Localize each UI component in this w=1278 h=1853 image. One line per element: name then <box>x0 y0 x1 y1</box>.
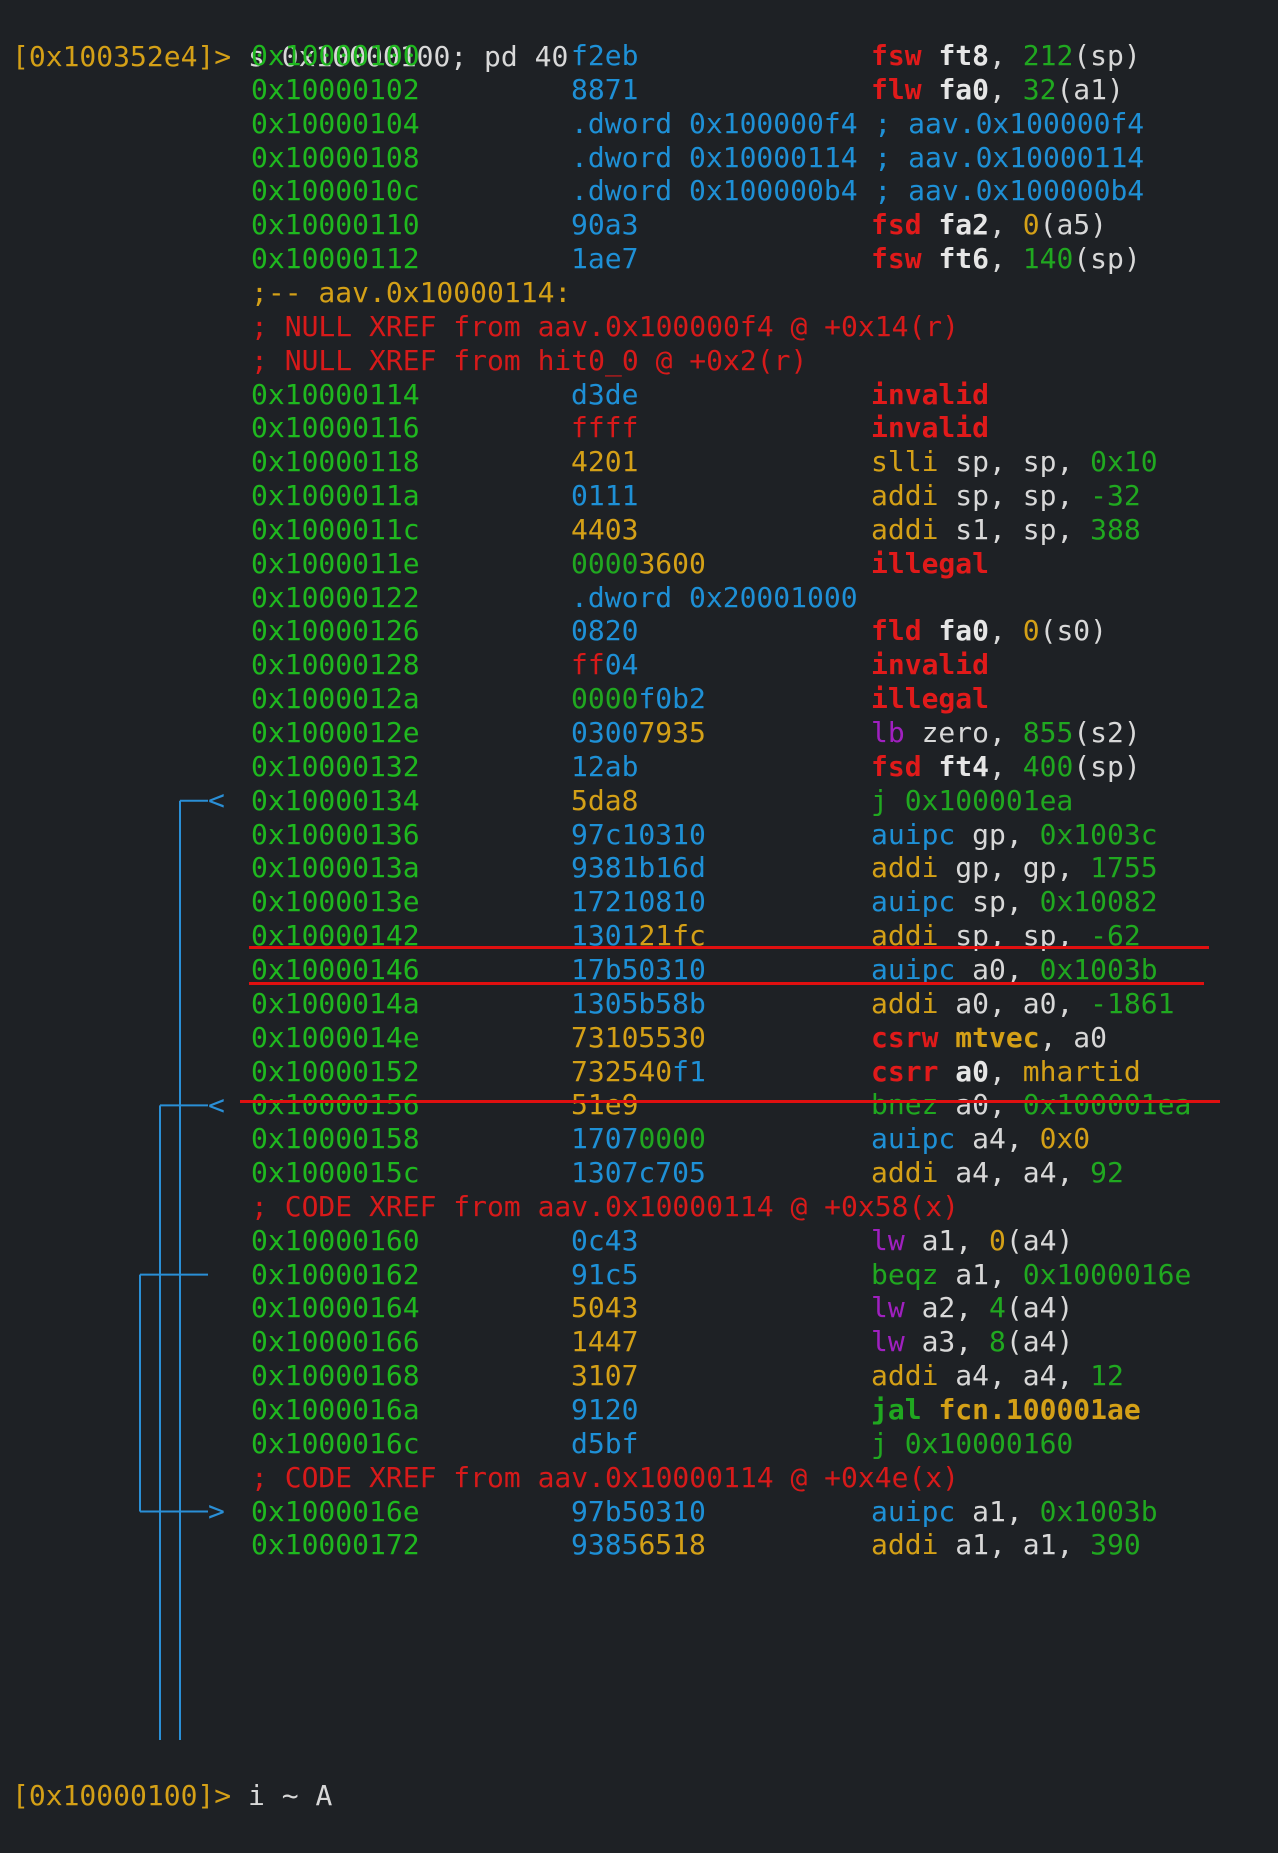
highlight-line-3 <box>240 1100 1220 1103</box>
footer-prompt-command: i ~ A <box>248 1779 333 1812</box>
highlight-line-2 <box>249 982 1204 985</box>
jump-arrow-head: < <box>208 1088 225 1121</box>
jump-arrow-head: > <box>208 1495 225 1528</box>
highlight-line-1 <box>249 946 1209 949</box>
footer-prompt-line[interactable]: [0x10000100]> i ~ A <box>0 1739 1278 1812</box>
jump-arrow-head: < <box>208 784 225 817</box>
jump-arrows: < < > <box>139 784 225 1740</box>
terminal-window[interactable]: [0x100352e4]> s 0x10000100; pd 40 0x1000… <box>0 0 1278 1812</box>
footer-prompt-address: [0x10000100]> <box>12 1779 249 1812</box>
